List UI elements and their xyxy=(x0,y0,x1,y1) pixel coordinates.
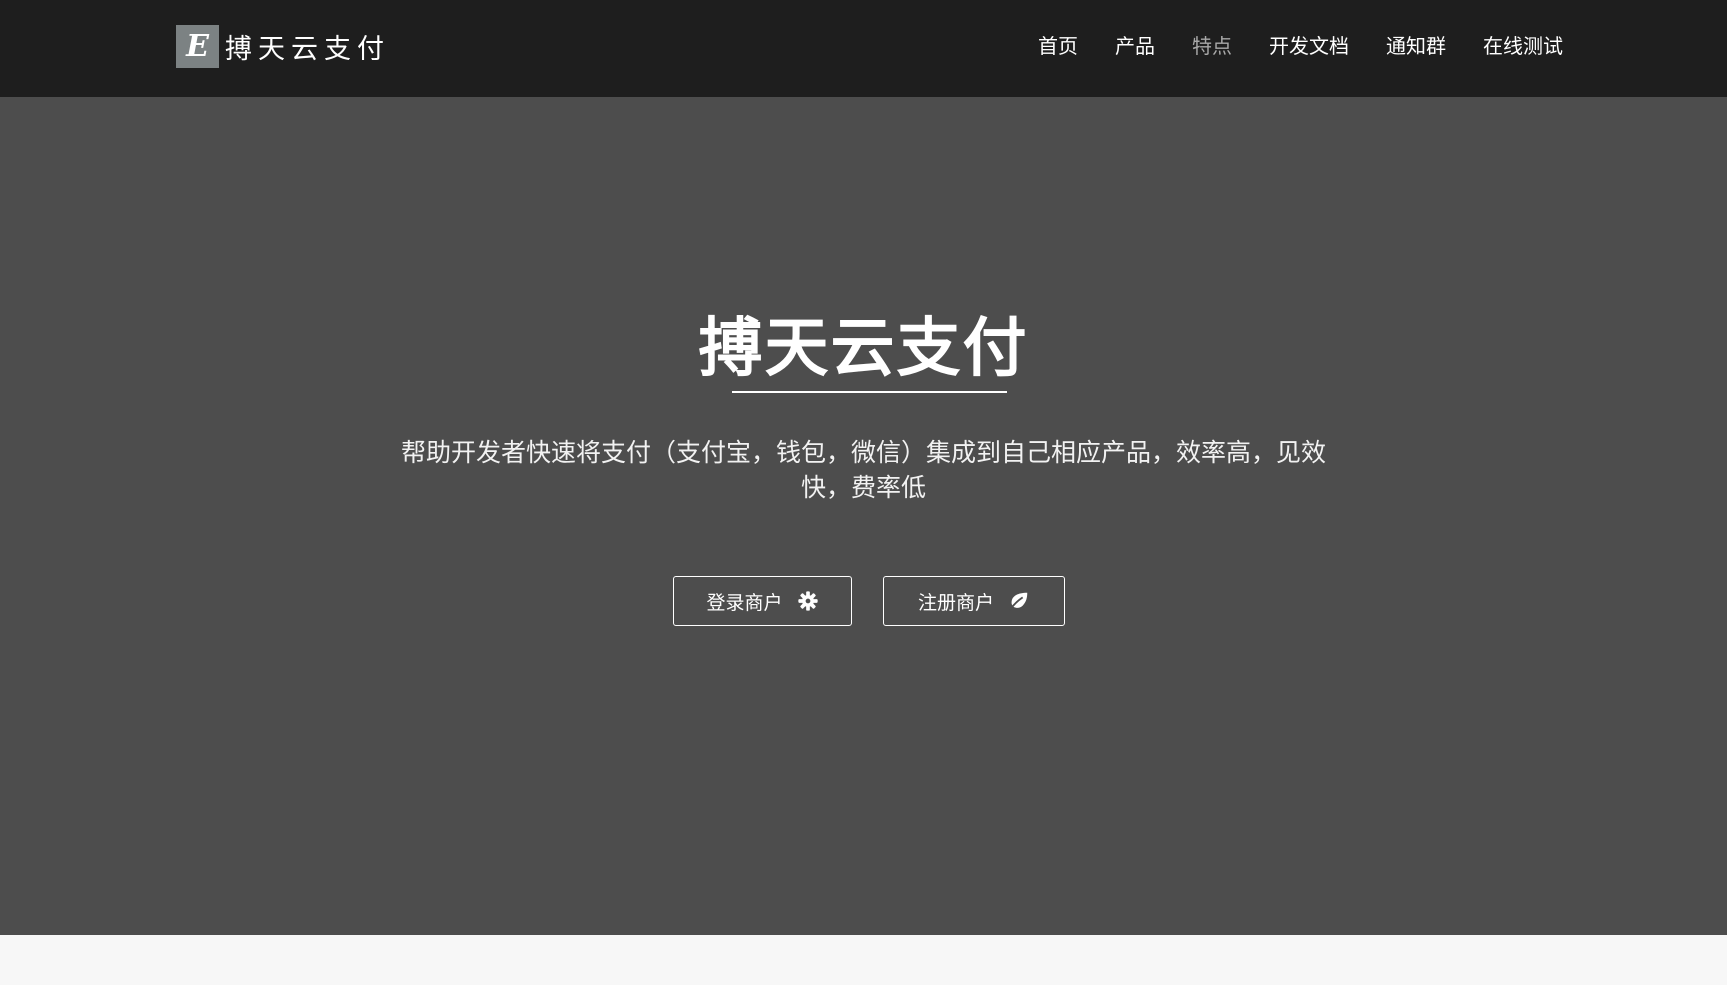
nav-item-features[interactable]: 特点 xyxy=(1192,30,1232,62)
register-merchant-label: 注册商户 xyxy=(917,591,994,614)
nav-item-notify-group[interactable]: 通知群 xyxy=(1386,30,1446,62)
brand-name: 搏天云支付 xyxy=(225,33,390,65)
hero-tagline: 帮助开发者快速将支付（支付宝，钱包，微信）集成到自己相应产品，效率高，见效快，费… xyxy=(400,438,1326,502)
nav-item-products[interactable]: 产品 xyxy=(1115,30,1155,62)
main-nav: 首页 产品 特点 开发文档 通知群 在线测试 xyxy=(1001,30,1563,62)
hero-section: 搏天云支付 帮助开发者快速将支付（支付宝，钱包，微信）集成到自己相应产品，效率高… xyxy=(0,97,1727,935)
nav-item-online-test[interactable]: 在线测试 xyxy=(1483,30,1563,62)
next-section-strip xyxy=(0,935,1727,985)
login-merchant-button[interactable]: 登录商户 xyxy=(673,576,852,626)
nav-item-docs[interactable]: 开发文档 xyxy=(1269,30,1349,62)
register-merchant-button[interactable]: 注册商户 xyxy=(883,576,1065,626)
leaf-icon xyxy=(1008,590,1030,612)
login-merchant-label: 登录商户 xyxy=(706,591,783,614)
brand-logo-icon: E xyxy=(176,24,219,68)
nav-item-home[interactable]: 首页 xyxy=(1038,30,1078,62)
brand-link[interactable]: E 搏天云支付 xyxy=(176,24,390,68)
gear-icon xyxy=(797,590,819,612)
hero-title: 搏天云支付 xyxy=(698,312,1029,386)
top-navbar: E 搏天云支付 首页 产品 特点 开发文档 通知群 在线测试 xyxy=(0,0,1727,97)
title-divider xyxy=(732,391,1007,393)
